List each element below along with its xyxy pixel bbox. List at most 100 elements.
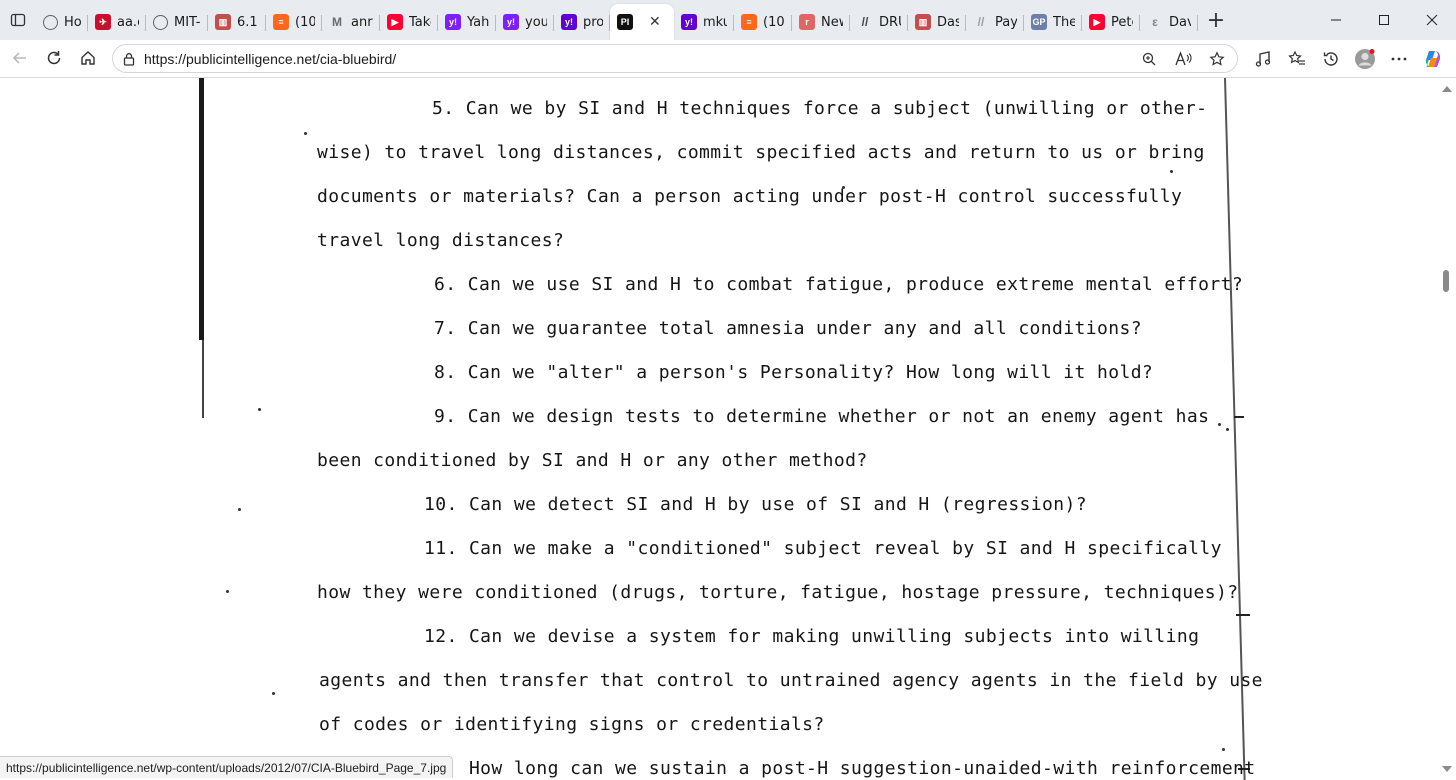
document-line: been conditioned by SI and H or any othe… (317, 450, 868, 471)
browser-tab[interactable]: ▶ Take (380, 6, 438, 38)
document-line: 9. Can we design tests to determine whet… (434, 406, 1210, 427)
maximize-button[interactable] (1360, 0, 1408, 40)
document-line: of codes or identifying signs or credent… (319, 714, 825, 735)
minimize-icon (1331, 19, 1341, 21)
new-tab-button[interactable]: + (1198, 0, 1234, 40)
epsilon-icon: ε (1152, 15, 1158, 29)
browser-tab[interactable]: // Payin (966, 6, 1024, 38)
profile-button[interactable] (1348, 42, 1382, 76)
document-line: documents or materials? Can a person act… (317, 186, 1183, 207)
tab-actions-button[interactable] (0, 0, 36, 40)
browser-tab[interactable]: ▥ 6.1 C (208, 6, 266, 38)
margin-mark (1236, 614, 1250, 616)
browser-toolbar: https://publicintelligence.net/cia-blueb… (0, 40, 1456, 78)
pi-icon: PI (617, 14, 633, 30)
scroll-up-arrow-icon[interactable] (1442, 86, 1452, 92)
browser-tab[interactable]: ✈ aa.co (88, 6, 146, 38)
history-button[interactable] (1314, 42, 1348, 76)
tab-list: How ✈ aa.co MIT- ▥ 6.1 C ≡ (100) Manrec ▶ Take y! Ya… (36, 0, 1198, 40)
browser-tab[interactable]: ≡ (100) (266, 6, 322, 38)
building-icon: ▥ (915, 14, 931, 30)
favorite-star-button[interactable] (1203, 45, 1231, 73)
document-line: 12. Can we devise a system for making un… (424, 626, 1200, 647)
browser-tab[interactable]: How (36, 6, 88, 38)
browser-tab[interactable]: r News (792, 6, 850, 38)
tab-label: DRUD (879, 14, 901, 30)
globe-icon (43, 14, 58, 30)
browser-tab[interactable]: y! mkult (674, 6, 734, 38)
scan-speck (1226, 428, 1229, 431)
zoom-button[interactable] (1135, 45, 1163, 73)
scroll-down-arrow-icon[interactable] (1442, 766, 1452, 772)
youtube-icon: ▶ (1089, 14, 1105, 30)
browser-tab[interactable]: ▥ Dashl (908, 6, 966, 38)
browser-tab[interactable]: MIT- (146, 6, 208, 38)
substack-icon: ≡ (273, 14, 289, 30)
browser-tab[interactable]: // DRUD (850, 6, 908, 38)
document-line: 13. How long can we sustain a post-H sug… (424, 758, 1256, 779)
document-line: wise) to travel long distances, commit s… (317, 142, 1205, 163)
browser-tab[interactable]: ≡ (100) (734, 6, 792, 38)
gp-icon: GP (1031, 14, 1047, 30)
tab-label: (100) (763, 14, 785, 30)
m-icon: M (332, 15, 342, 29)
history-icon (1323, 51, 1338, 66)
home-button[interactable] (71, 41, 105, 75)
document-line: travel long distances? (317, 230, 565, 251)
scan-speck (1170, 170, 1173, 173)
document-line: 6. Can we use SI and H to combat fatigue… (434, 274, 1244, 295)
back-button[interactable] (3, 41, 37, 75)
browser-tab[interactable]: y! proje (554, 6, 610, 38)
close-tab-icon[interactable]: ✕ (649, 14, 661, 30)
tab-label: youtu (525, 14, 547, 30)
minimize-button[interactable] (1312, 0, 1360, 40)
scan-speck (238, 508, 241, 511)
stripes-icon: // (977, 15, 985, 29)
tab-label: proje (583, 14, 603, 30)
youtube-icon: ▶ (387, 14, 403, 30)
tab-label: News (821, 14, 843, 30)
vertical-scrollbar[interactable] (1438, 78, 1456, 780)
favorites-button[interactable] (1280, 42, 1314, 76)
maximize-icon (1379, 15, 1389, 25)
substack-icon: ≡ (741, 14, 757, 30)
yahoo-icon: y! (503, 14, 519, 30)
tab-label: Take (409, 14, 431, 30)
copilot-button[interactable] (1416, 42, 1450, 76)
url-text[interactable]: https://publicintelligence.net/cia-blueb… (144, 51, 396, 67)
browser-tab[interactable]: ε David (1140, 6, 1198, 38)
address-bar-actions (1135, 45, 1231, 72)
address-bar[interactable]: https://publicintelligence.net/cia-blueb… (112, 44, 1238, 73)
favorites-list-icon (1288, 50, 1305, 65)
refresh-button[interactable] (37, 41, 71, 75)
browser-tab[interactable]: ▶ Peter (1082, 6, 1140, 38)
browser-tab[interactable]: Manrec (322, 6, 380, 38)
tab-label: (100) (295, 14, 315, 30)
plus-icon: + (1206, 7, 1226, 33)
yahoo-icon: y! (445, 14, 461, 30)
scan-speck (272, 692, 275, 695)
close-window-button[interactable] (1408, 0, 1456, 40)
browser-essentials-button[interactable] (1246, 42, 1280, 76)
window-controls (1312, 0, 1456, 40)
close-icon (1426, 14, 1438, 26)
margin-mark (1234, 416, 1244, 418)
document-line: agents and then transfer that control to… (319, 670, 1263, 691)
tab-label: mkult (703, 14, 727, 30)
browser-tab[interactable]: GP The G (1024, 6, 1082, 38)
yahoo-icon: y! (561, 14, 577, 30)
scrollbar-thumb[interactable] (1443, 270, 1449, 292)
tab-label: Dashl (937, 14, 959, 30)
browser-tab[interactable]: y! youtu (496, 6, 554, 38)
tab-strip: How ✈ aa.co MIT- ▥ 6.1 C ≡ (100) Manrec ▶ Take y! Ya… (0, 0, 1456, 40)
browser-tab[interactable]: PI ✕ (610, 4, 674, 40)
read-aloud-button[interactable] (1169, 45, 1197, 73)
tab-label: David (1169, 14, 1191, 30)
tab-label: anrec (351, 14, 373, 30)
yahoo-icon: y! (681, 14, 697, 30)
page-viewport[interactable]: 5. Can we by SI and H techniques force a… (0, 78, 1438, 780)
lock-icon (123, 52, 135, 66)
more-menu-button[interactable] (1382, 42, 1416, 76)
scan-speck (226, 590, 229, 593)
browser-tab[interactable]: y! Yahoo (438, 6, 496, 38)
